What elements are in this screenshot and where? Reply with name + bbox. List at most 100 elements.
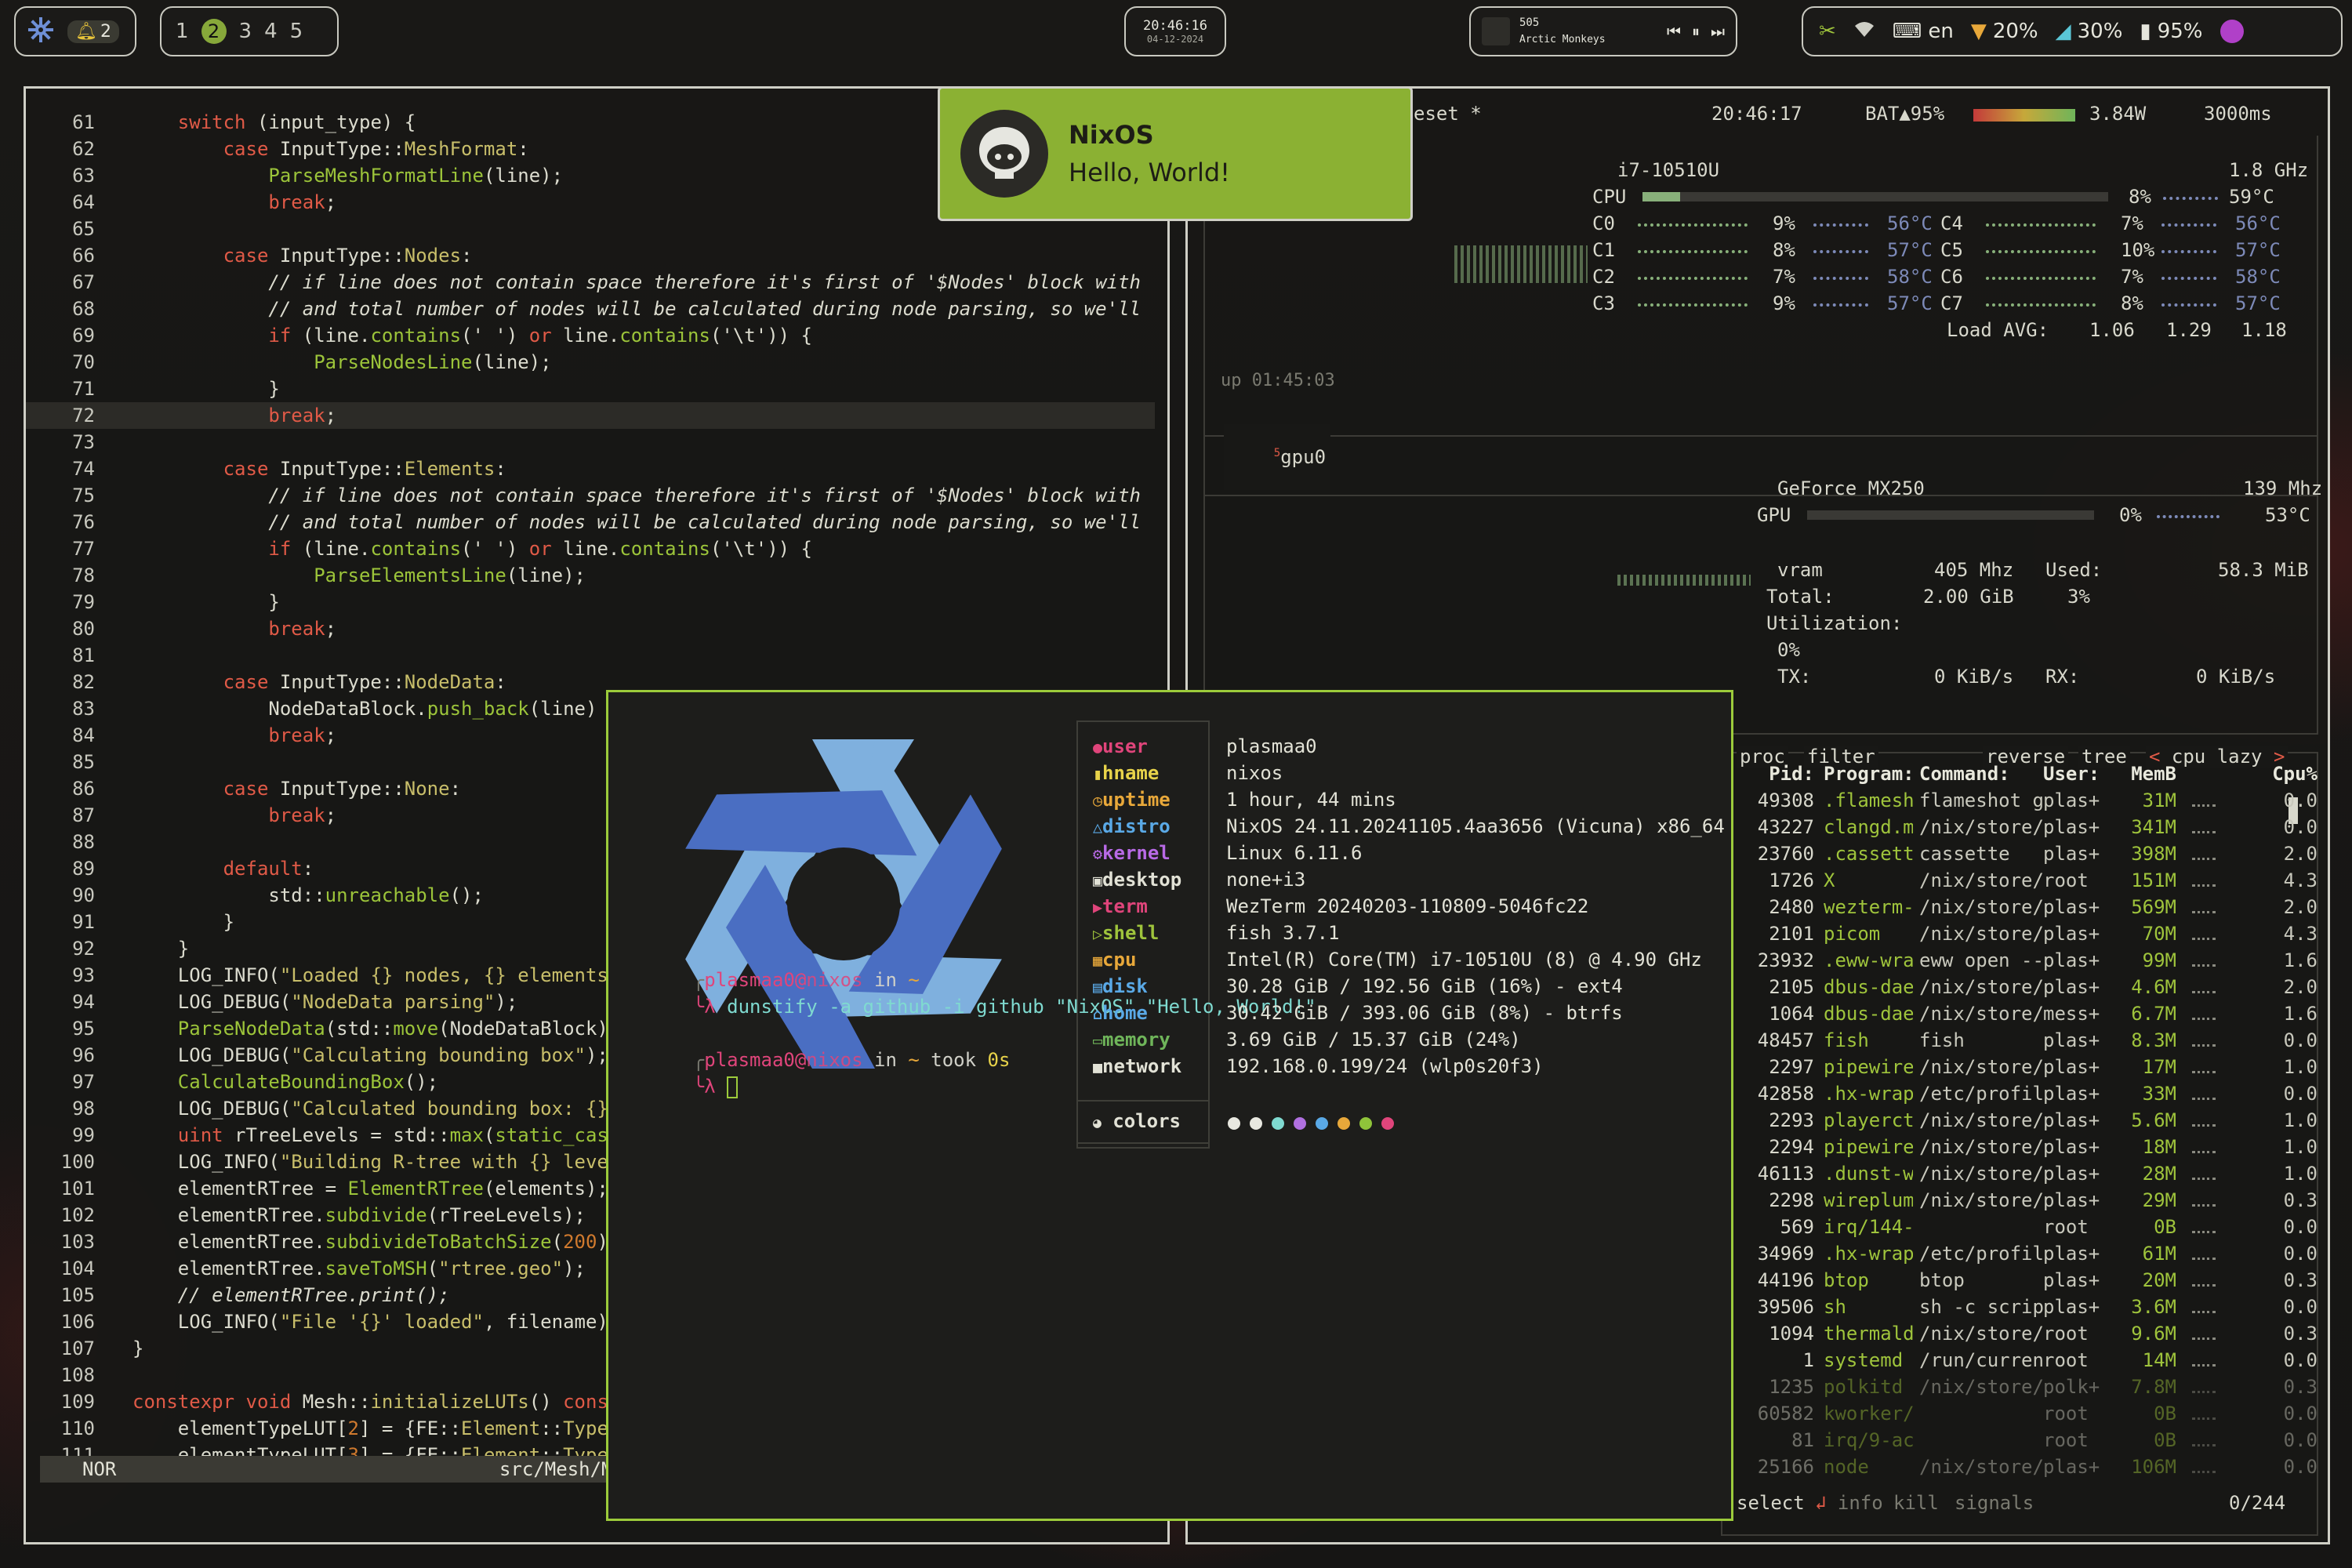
clock-widget[interactable]: 20:46:16 04-12-2024	[1124, 6, 1226, 56]
process-cell: 1.0	[2283, 1056, 2318, 1078]
footer-signals[interactable]: signals	[1955, 1492, 2034, 1514]
code-line[interactable]: 75 // if line does not contain space the…	[26, 482, 1155, 509]
preset-label[interactable]: eset *	[1414, 103, 1482, 125]
footer-info[interactable]: ↲ info	[1815, 1492, 1883, 1514]
process-row[interactable]: 2298 wireplum/nix/store/plas+ 29M 0.3	[1736, 1187, 2318, 1214]
process-cell: cassette	[1919, 843, 2010, 865]
battery-indicator[interactable]: ▮ 95%	[2140, 20, 2202, 43]
code-line[interactable]: 70 ParseNodesLine(line);	[26, 349, 1155, 376]
process-row[interactable]: 44196 btop btop plas+ 20M 0.3	[1736, 1267, 2318, 1294]
code-line[interactable]: 73	[26, 429, 1155, 456]
code-line[interactable]: 67 // if line does not contain space the…	[26, 269, 1155, 296]
process-row[interactable]: 1726 X/nix/store/root 151M 4.3	[1736, 867, 2318, 894]
notification-popup[interactable]: NixOS Hello, World!	[938, 86, 1413, 221]
vram-used-label: Used:	[2045, 559, 2103, 581]
column-header[interactable]: Command:	[1913, 760, 2043, 787]
process-row[interactable]: 2297 pipewire/nix/store/plas+ 17M 1.0	[1736, 1054, 2318, 1080]
line-text: switch (input_type) {	[177, 111, 416, 133]
line-number: 70	[72, 351, 95, 373]
code-line[interactable]: 81	[26, 642, 1155, 669]
code-line[interactable]: 74 case InputType::Elements:	[26, 456, 1155, 482]
process-row[interactable]: 46113 .dunst-w/nix/store/plas+ 28M 1.0	[1736, 1160, 2318, 1187]
command-input[interactable]: ╰λ	[648, 1047, 739, 1127]
brightness-indicator[interactable]: ◢ 30%	[2056, 20, 2123, 43]
process-row[interactable]: 1 systemd/run/curren root 14M 0.0	[1736, 1347, 2318, 1374]
terminal-window[interactable]: ◕ colors ╭plasmaa0@nixos in ~ ╰λ dunstif…	[606, 690, 1733, 1521]
column-header[interactable]: User:	[2043, 760, 2114, 787]
core-pct: 9%	[1773, 212, 1795, 234]
process-row[interactable]: 1235 polkitd/nix/store/polk+ 7.8M 0.3	[1736, 1374, 2318, 1400]
workspace-5[interactable]: 5	[290, 20, 303, 43]
process-row[interactable]: 2101 picom/nix/store/plas+ 70M 4.3	[1736, 920, 2318, 947]
process-cell: /nix/store/	[1919, 976, 2043, 998]
code-line[interactable]: 72 break;	[26, 402, 1155, 429]
next-track-icon[interactable]: ⏭︎	[1711, 22, 1725, 41]
media-title: 505	[1519, 16, 1540, 29]
code-line[interactable]: 78 ParseElementsLine(line);	[26, 562, 1155, 589]
code-line[interactable]: 68 // and total number of nodes will be …	[26, 296, 1155, 322]
code-line[interactable]: 69 if (line.contains(' ') or line.contai…	[26, 322, 1155, 349]
column-header[interactable]: Program:	[1814, 760, 1913, 787]
process-cell: 0B	[2154, 1429, 2176, 1451]
process-row[interactable]: 39506 sh sh -c scrip plas+ 3.6M 0.0	[1736, 1294, 2318, 1320]
process-table[interactable]: Pid: Program: Command: User: MemB Cpu% 49308 .f…	[1736, 760, 2318, 1480]
code-line[interactable]: 79 }	[26, 589, 1155, 615]
column-header[interactable]	[2176, 760, 2255, 787]
process-row[interactable]: 34969 .hx-wrap/etc/profil plas+ 61M 0.0	[1736, 1240, 2318, 1267]
network-tools-icon[interactable]: ✂︎	[1819, 20, 1836, 43]
core-sparkline	[2161, 222, 2216, 227]
process-cpu-graph	[2176, 1374, 2255, 1400]
footer-select[interactable]: select	[1737, 1492, 1805, 1514]
process-cell: 25166	[1757, 1456, 1814, 1478]
process-row[interactable]: 2480 wezterm- /nix/store/plas+ 569M 2.0	[1736, 894, 2318, 920]
code-line[interactable]: 80 break;	[26, 615, 1155, 642]
process-row[interactable]: 2105 dbus-dae/nix/store/plas+ 4.6M 2.0	[1736, 974, 2318, 1000]
volume-indicator[interactable]: ▼ 20%	[1971, 20, 2038, 43]
media-player-widget: 505 Arctic Monkeys ⏮︎ ⏸︎ ⏭︎	[1469, 6, 1737, 56]
process-row[interactable]: 2294 pipewire/nix/store/plas+ 18M 1.0	[1736, 1134, 2318, 1160]
footer-kill[interactable]: kill	[1893, 1492, 1939, 1514]
fastfetch-key-hname: ▮hname	[1093, 762, 1160, 784]
process-row[interactable]: 49308 .flamesh flameshot g plas+ 31M 0.0	[1736, 787, 2318, 814]
wifi-icon[interactable]	[1853, 20, 1875, 44]
core-name: C0	[1592, 212, 1615, 234]
process-row[interactable]: 42858 .hx-wrap/etc/profil plas+ 33M 0.0	[1736, 1080, 2318, 1107]
process-row[interactable]: 1064 dbus-dae/nix/store/mess+ 6.7M 1.6	[1736, 1000, 2318, 1027]
core-pct: 10%	[2121, 239, 2155, 261]
process-row[interactable]: 23932 .eww-wra eww open -- plas+ 99M 1.6	[1736, 947, 2318, 974]
process-row[interactable]: 2293 playerct/nix/store/plas+ 5.6M 1.0	[1736, 1107, 2318, 1134]
nixos-launcher-icon[interactable]	[27, 16, 55, 47]
process-row[interactable]: 81 irq/9-ac root 0B 0.0	[1736, 1427, 2318, 1454]
process-cell: 0.0	[2283, 1083, 2318, 1105]
process-cell: plas+	[2043, 1163, 2100, 1185]
line-text: break;	[268, 191, 337, 213]
column-header[interactable]: MemB	[2114, 760, 2176, 787]
code-line[interactable]: 76 // and total number of nodes will be …	[26, 509, 1155, 535]
keyboard-layout[interactable]: ⌨︎ en	[1893, 20, 1954, 43]
code-line[interactable]: 71 }	[26, 376, 1155, 402]
process-row[interactable]: 23760 .cassett cassette plas+ 398M 2.0	[1736, 840, 2318, 867]
column-header[interactable]: Pid:	[1736, 760, 1814, 787]
line-number: 99	[72, 1124, 95, 1146]
workspace-2-active[interactable]: 2	[201, 19, 227, 44]
process-row[interactable]: 25166 node/nix/store/plas+ 106M 0.0	[1736, 1454, 2318, 1480]
process-row[interactable]: 60582 kworker/root 0B 0.0	[1736, 1400, 2318, 1427]
pause-icon[interactable]: ⏸︎	[1692, 22, 1700, 41]
process-row[interactable]: 43227 clangd.m/nix/store/plas+ 341M 0.0	[1736, 814, 2318, 840]
code-line[interactable]: 77 if (line.contains(' ') or line.contai…	[26, 535, 1155, 562]
line-number: 65	[72, 218, 95, 240]
process-row[interactable]: 48457 fish fish plas+ 8.3M 0.0	[1736, 1027, 2318, 1054]
workspace-4[interactable]: 4	[264, 20, 278, 43]
workspace-3[interactable]: 3	[239, 20, 252, 43]
power-menu-icon[interactable]	[2220, 20, 2244, 43]
gpu-label: GPU	[1757, 504, 1791, 526]
process-row[interactable]: 569 irq/144- root 0B 0.0	[1736, 1214, 2318, 1240]
column-header[interactable]: Cpu%	[2255, 760, 2318, 787]
update-interval[interactable]: 3000ms	[2204, 103, 2272, 125]
process-cell: /nix/store/	[1919, 869, 2043, 891]
code-line[interactable]: 66 case InputType::Nodes:	[26, 242, 1155, 269]
workspace-1[interactable]: 1	[176, 20, 189, 43]
previous-track-icon[interactable]: ⏮︎	[1667, 22, 1681, 41]
notification-badge[interactable]: 🔔︎ 2	[67, 20, 119, 43]
process-row[interactable]: 1094 thermald/nix/store/root 9.6M 0.3	[1736, 1320, 2318, 1347]
